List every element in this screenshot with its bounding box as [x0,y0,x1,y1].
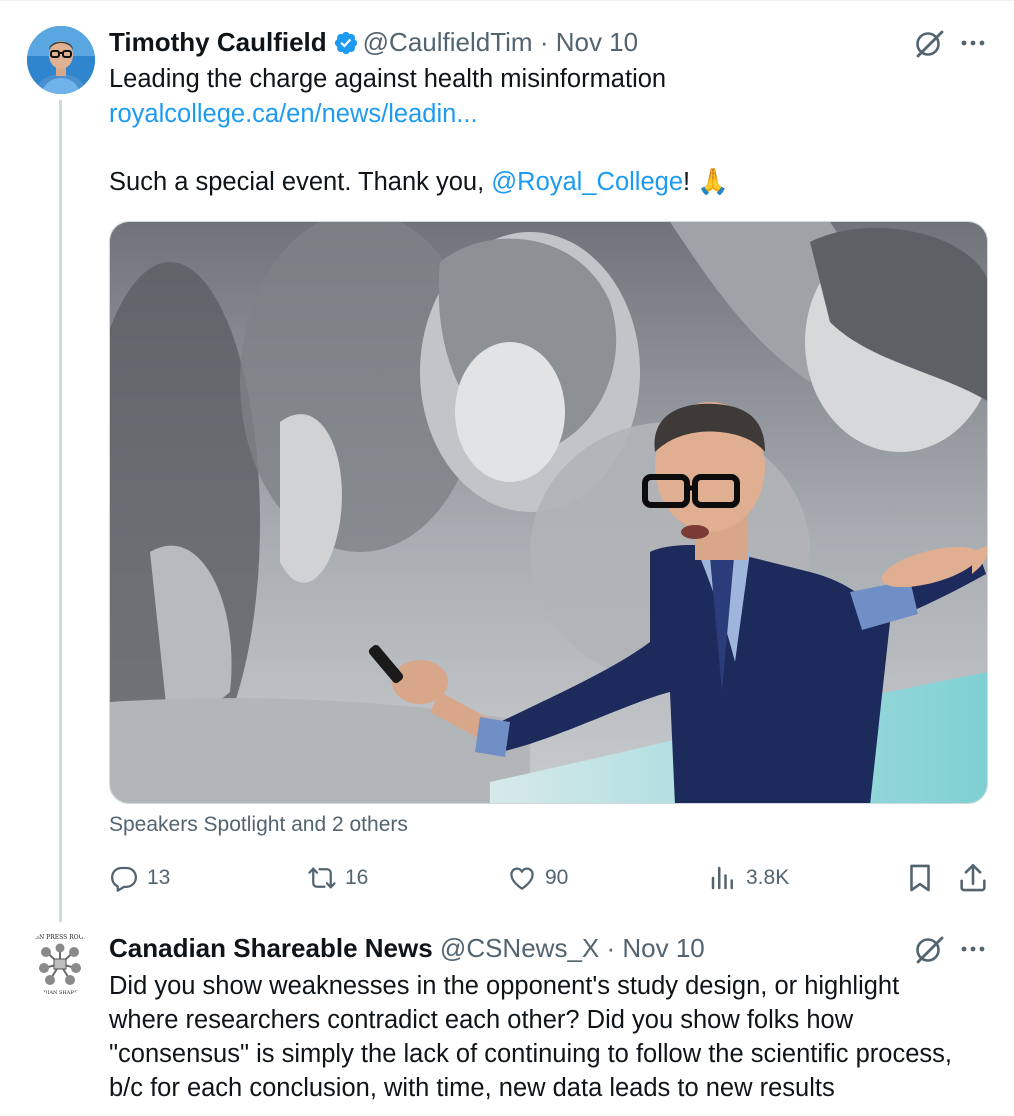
repost-count: 16 [345,866,369,889]
tweet-photo[interactable] [109,221,988,804]
tweet-date[interactable]: Nov 10 [556,27,638,57]
more-dots-icon[interactable] [958,28,988,58]
avatar-bottom-text: CANADIAN SHAREABLE [28,990,92,996]
tagged-users[interactable]: Speakers Spotlight and 2 others [109,810,408,840]
reply-header: Canadian Shareable News @CSNews_X · Nov … [109,931,705,965]
reply-text-line: "consensus" is simply the lack of contin… [109,1040,952,1068]
like-count: 90 [545,866,569,889]
like-button[interactable]: 90 [507,860,568,896]
speaker-on-stage-photo [110,222,987,803]
reply-text-line: where researchers contradict each other?… [109,1006,854,1034]
author-avatar[interactable] [27,26,95,94]
reply-text-line: Did you show weaknesses in the opponent'… [109,972,900,1000]
mention-link[interactable]: @Royal_College [491,168,683,196]
csn-logo: CSN PRESS ROOM CANADIAN SHAREABLE [26,928,94,996]
reply-button[interactable]: 13 [109,860,170,896]
views-bar-chart-icon [711,866,733,890]
repost-button[interactable]: 16 [307,860,368,896]
header-separator: · [539,27,549,57]
tweet-text-thanks: Such a special event. Thank you, @Royal_… [109,165,729,199]
share-button[interactable] [956,860,990,896]
thread-connector-line [59,100,62,922]
tweet-date[interactable]: Nov 10 [622,933,704,963]
thanks-suffix: ! 🙏 [683,168,729,196]
reply-text-line: b/c for each conclusion, with time, new … [109,1074,835,1102]
verified-badge-icon[interactable] [333,30,359,64]
bookmark-button[interactable] [903,860,937,896]
article-link[interactable]: royalcollege.ca/en/news/leadin... [109,97,478,131]
author-name[interactable]: Canadian Shareable News [109,933,433,963]
author-handle[interactable]: @CaulfieldTim [363,27,533,57]
views-count: 3.8K [746,866,790,889]
author-handle[interactable]: @CSNews_X [440,933,599,963]
header-separator: · [606,933,616,963]
tweet-text-line: Leading the charge against health misinf… [109,65,667,93]
top-divider [0,0,1014,1]
more-dots-icon[interactable] [958,934,988,964]
grok-icon[interactable] [912,27,946,61]
avatar-top-text: CSN PRESS ROOM [30,934,89,941]
bookmark-icon [910,864,930,892]
tweet-header: Timothy Caulfield @CaulfieldTim · Nov 10 [109,25,638,64]
author-name[interactable]: Timothy Caulfield [109,27,327,57]
heart-icon [510,867,534,890]
share-upload-icon [960,863,986,892]
thanks-text: Such a special event. Thank you, [109,168,492,196]
repost-arrows-icon [308,867,336,889]
avatar-photo [27,26,95,94]
reply-bubble-icon [111,866,137,892]
views-button[interactable]: 3.8K [708,860,789,896]
reply-count: 13 [147,866,171,889]
grok-icon[interactable] [912,933,946,967]
csn-avatar[interactable]: CSN PRESS ROOM CANADIAN SHAREABLE [26,928,94,996]
